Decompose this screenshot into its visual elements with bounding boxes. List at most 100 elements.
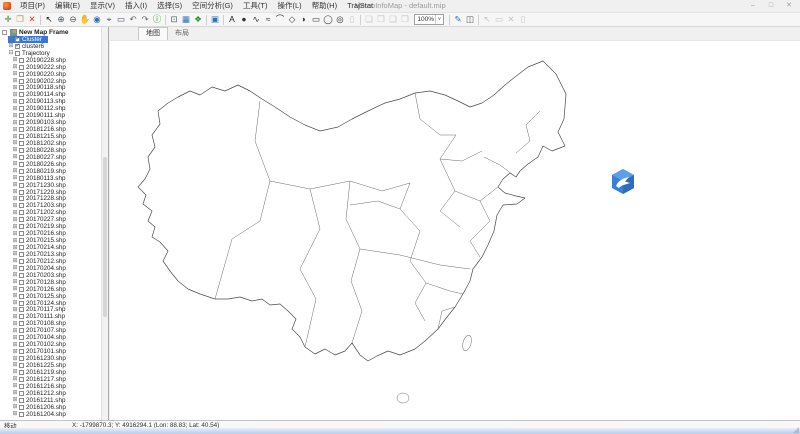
expand-icon[interactable]: ⊞ xyxy=(12,161,18,167)
expand-icon[interactable]: ⊞ xyxy=(12,203,18,209)
expand-icon[interactable]: ⊞ xyxy=(12,134,18,140)
toolbar-next-extent-icon[interactable]: ↷ xyxy=(139,13,151,26)
layer-shp-file[interactable]: ⊞20181216.shp xyxy=(12,126,72,133)
layer-checkbox[interactable] xyxy=(19,384,24,389)
layer-shp-file[interactable]: ⊞20161211.shp xyxy=(12,397,71,404)
layer-checkbox[interactable] xyxy=(19,335,24,340)
layer-checkbox[interactable] xyxy=(19,120,24,125)
layer-shp-file[interactable]: ⊞20170212.shp xyxy=(12,258,72,265)
layer-checkbox[interactable] xyxy=(19,169,24,174)
layer-trajectory[interactable]: ⊟Trajectory xyxy=(8,50,56,57)
toolbar-draw-polyline-icon[interactable]: ∿ xyxy=(250,13,262,26)
layer-shp-file[interactable]: ⊞20180227.shp xyxy=(12,154,72,161)
expand-icon[interactable]: ⊞ xyxy=(12,71,18,77)
layer-checkbox[interactable] xyxy=(19,356,24,361)
menu-插入i[interactable]: 插入(I) xyxy=(120,0,152,12)
layer-checkbox[interactable] xyxy=(19,405,24,410)
expand-icon[interactable]: ⊞ xyxy=(12,321,18,327)
menu-工具t[interactable]: 工具(T) xyxy=(238,0,273,12)
expand-icon[interactable]: ⊞ xyxy=(12,349,18,355)
expand-icon[interactable]: ⊞ xyxy=(12,217,18,223)
expand-icon[interactable]: ⊞ xyxy=(12,189,18,195)
expand-icon[interactable]: ⊞ xyxy=(12,140,18,146)
expand-icon[interactable]: ⊞ xyxy=(12,175,18,181)
layer-checkbox[interactable] xyxy=(19,231,24,236)
layer-checkbox[interactable] xyxy=(19,238,24,243)
layer-shp-file[interactable]: ⊞20181215.shp xyxy=(12,133,72,140)
layer-shp-file[interactable]: ⊞20190202.shp xyxy=(12,78,72,85)
toolbar-label-icon[interactable]: ❖ xyxy=(192,13,204,26)
toolbar-draw-curve-icon[interactable]: ⌒ xyxy=(274,13,286,26)
menu-显示v[interactable]: 显示(V) xyxy=(85,0,120,12)
layer-checkbox[interactable] xyxy=(19,162,24,167)
layer-checkbox[interactable] xyxy=(19,183,24,188)
toolbar-draw-freehand-icon[interactable]: ≈ xyxy=(262,13,274,26)
blue-cube-bird-icon[interactable] xyxy=(612,169,634,194)
expand-icon[interactable]: ⊞ xyxy=(12,78,18,84)
layer-checkbox[interactable] xyxy=(19,196,24,201)
toolbar-zoom-out-icon[interactable]: ⊖ xyxy=(67,13,79,26)
expand-icon[interactable]: ⊞ xyxy=(12,265,18,271)
expand-icon[interactable]: ⊞ xyxy=(12,57,18,63)
layer-checkbox[interactable] xyxy=(19,370,24,375)
layer-checkbox[interactable] xyxy=(19,266,24,271)
collapse-icon[interactable]: ⊟ xyxy=(8,50,14,56)
layer-checkbox[interactable] xyxy=(19,328,24,333)
layer-shp-file[interactable]: ⊞20190113.shp xyxy=(12,98,71,105)
layer-checkbox[interactable] xyxy=(19,210,24,215)
layer-shp-file[interactable]: ⊞20161216.shp xyxy=(12,383,72,390)
chevron-down-icon[interactable]: ∨ xyxy=(435,15,443,24)
toolbar-save-icon[interactable]: ◫ xyxy=(464,13,476,26)
expand-icon[interactable]: ⊞ xyxy=(12,279,18,285)
expand-icon[interactable]: ⊞ xyxy=(12,168,18,174)
expand-icon[interactable]: ⊞ xyxy=(12,245,18,251)
layer-checkbox[interactable] xyxy=(15,37,20,42)
layer-checkbox[interactable] xyxy=(19,363,24,368)
toolbar-previous-extent-icon[interactable]: ↶ xyxy=(127,13,139,26)
layer-checkbox[interactable] xyxy=(19,377,24,382)
layer-shp-file[interactable]: ⊞20190111.shp xyxy=(12,112,71,119)
layer-checkbox[interactable] xyxy=(19,259,24,264)
layer-shp-file[interactable]: ⊞20170227.shp xyxy=(12,216,72,223)
layer-shp-file[interactable]: ⊞20161217.shp xyxy=(12,376,72,383)
layer-cluster6[interactable]: ⊞cluster6 xyxy=(8,43,50,50)
layer-checkbox[interactable] xyxy=(19,273,24,278)
layer-checkbox[interactable] xyxy=(19,85,24,90)
expand-icon[interactable]: ⊞ xyxy=(8,36,14,42)
expand-icon[interactable]: ⊞ xyxy=(12,411,18,417)
toolbar-insert-image-icon[interactable]: ▣ xyxy=(209,13,221,26)
toolbar-draw-circle-icon[interactable]: ◯ xyxy=(322,13,334,26)
menu-空间分析g[interactable]: 空间分析(G) xyxy=(187,0,238,12)
layer-checkbox[interactable] xyxy=(19,321,24,326)
toolbar-edit-vertices-icon[interactable]: ✎ xyxy=(452,13,464,26)
expand-icon[interactable]: ⊞ xyxy=(12,224,18,230)
expand-icon[interactable]: ⊞ xyxy=(12,272,18,278)
layer-shp-file[interactable]: ⊞20170213.shp xyxy=(12,251,72,258)
layer-shp-file[interactable]: ⊞20170216.shp xyxy=(12,230,72,237)
tab-layout[interactable]: 布局 xyxy=(168,28,196,40)
layer-shp-file[interactable]: ⊞20161204.shp xyxy=(12,411,72,418)
toolbar-full-extent-icon[interactable]: ◉ xyxy=(91,13,103,26)
layer-shp-file[interactable]: ⊞20170203.shp xyxy=(12,272,72,279)
toolbar-draw-ellipse-icon[interactable]: ◎ xyxy=(334,13,346,26)
expand-icon[interactable]: ⊞ xyxy=(12,85,18,91)
toolbar-draw-polygon-icon[interactable]: ◇ xyxy=(286,13,298,26)
layer-shp-file[interactable]: ⊞20180226.shp xyxy=(12,161,72,168)
toolbar-identify-icon[interactable]: ⓘ xyxy=(151,13,163,26)
expand-icon[interactable]: ⊞ xyxy=(12,307,18,313)
toolbar-draw-point-icon[interactable]: ● xyxy=(238,13,250,26)
layer-checkbox[interactable] xyxy=(19,280,24,285)
layer-shp-file[interactable]: ⊞20171229.shp xyxy=(12,189,72,196)
expand-icon[interactable]: ⊞ xyxy=(12,328,18,334)
layer-shp-file[interactable]: ⊞20190103.shp xyxy=(12,119,72,126)
layer-checkbox[interactable] xyxy=(19,65,24,70)
layer-shp-file[interactable]: ⊞20170126.shp xyxy=(12,286,72,293)
toolbar-draw-curve-polygon-icon[interactable]: ◗ xyxy=(298,13,310,26)
layer-shp-file[interactable]: ⊞20190220.shp xyxy=(12,71,72,78)
layer-checkbox[interactable] xyxy=(19,148,24,153)
layer-checkbox[interactable] xyxy=(19,92,24,97)
layer-shp-file[interactable]: ⊞20170124.shp xyxy=(12,300,72,307)
layer-shp-file[interactable]: ⊞20170128.shp xyxy=(12,279,72,286)
layer-shp-file[interactable]: ⊞20170104.shp xyxy=(12,334,72,341)
layer-shp-file[interactable]: ⊞20181202.shp xyxy=(12,140,72,147)
